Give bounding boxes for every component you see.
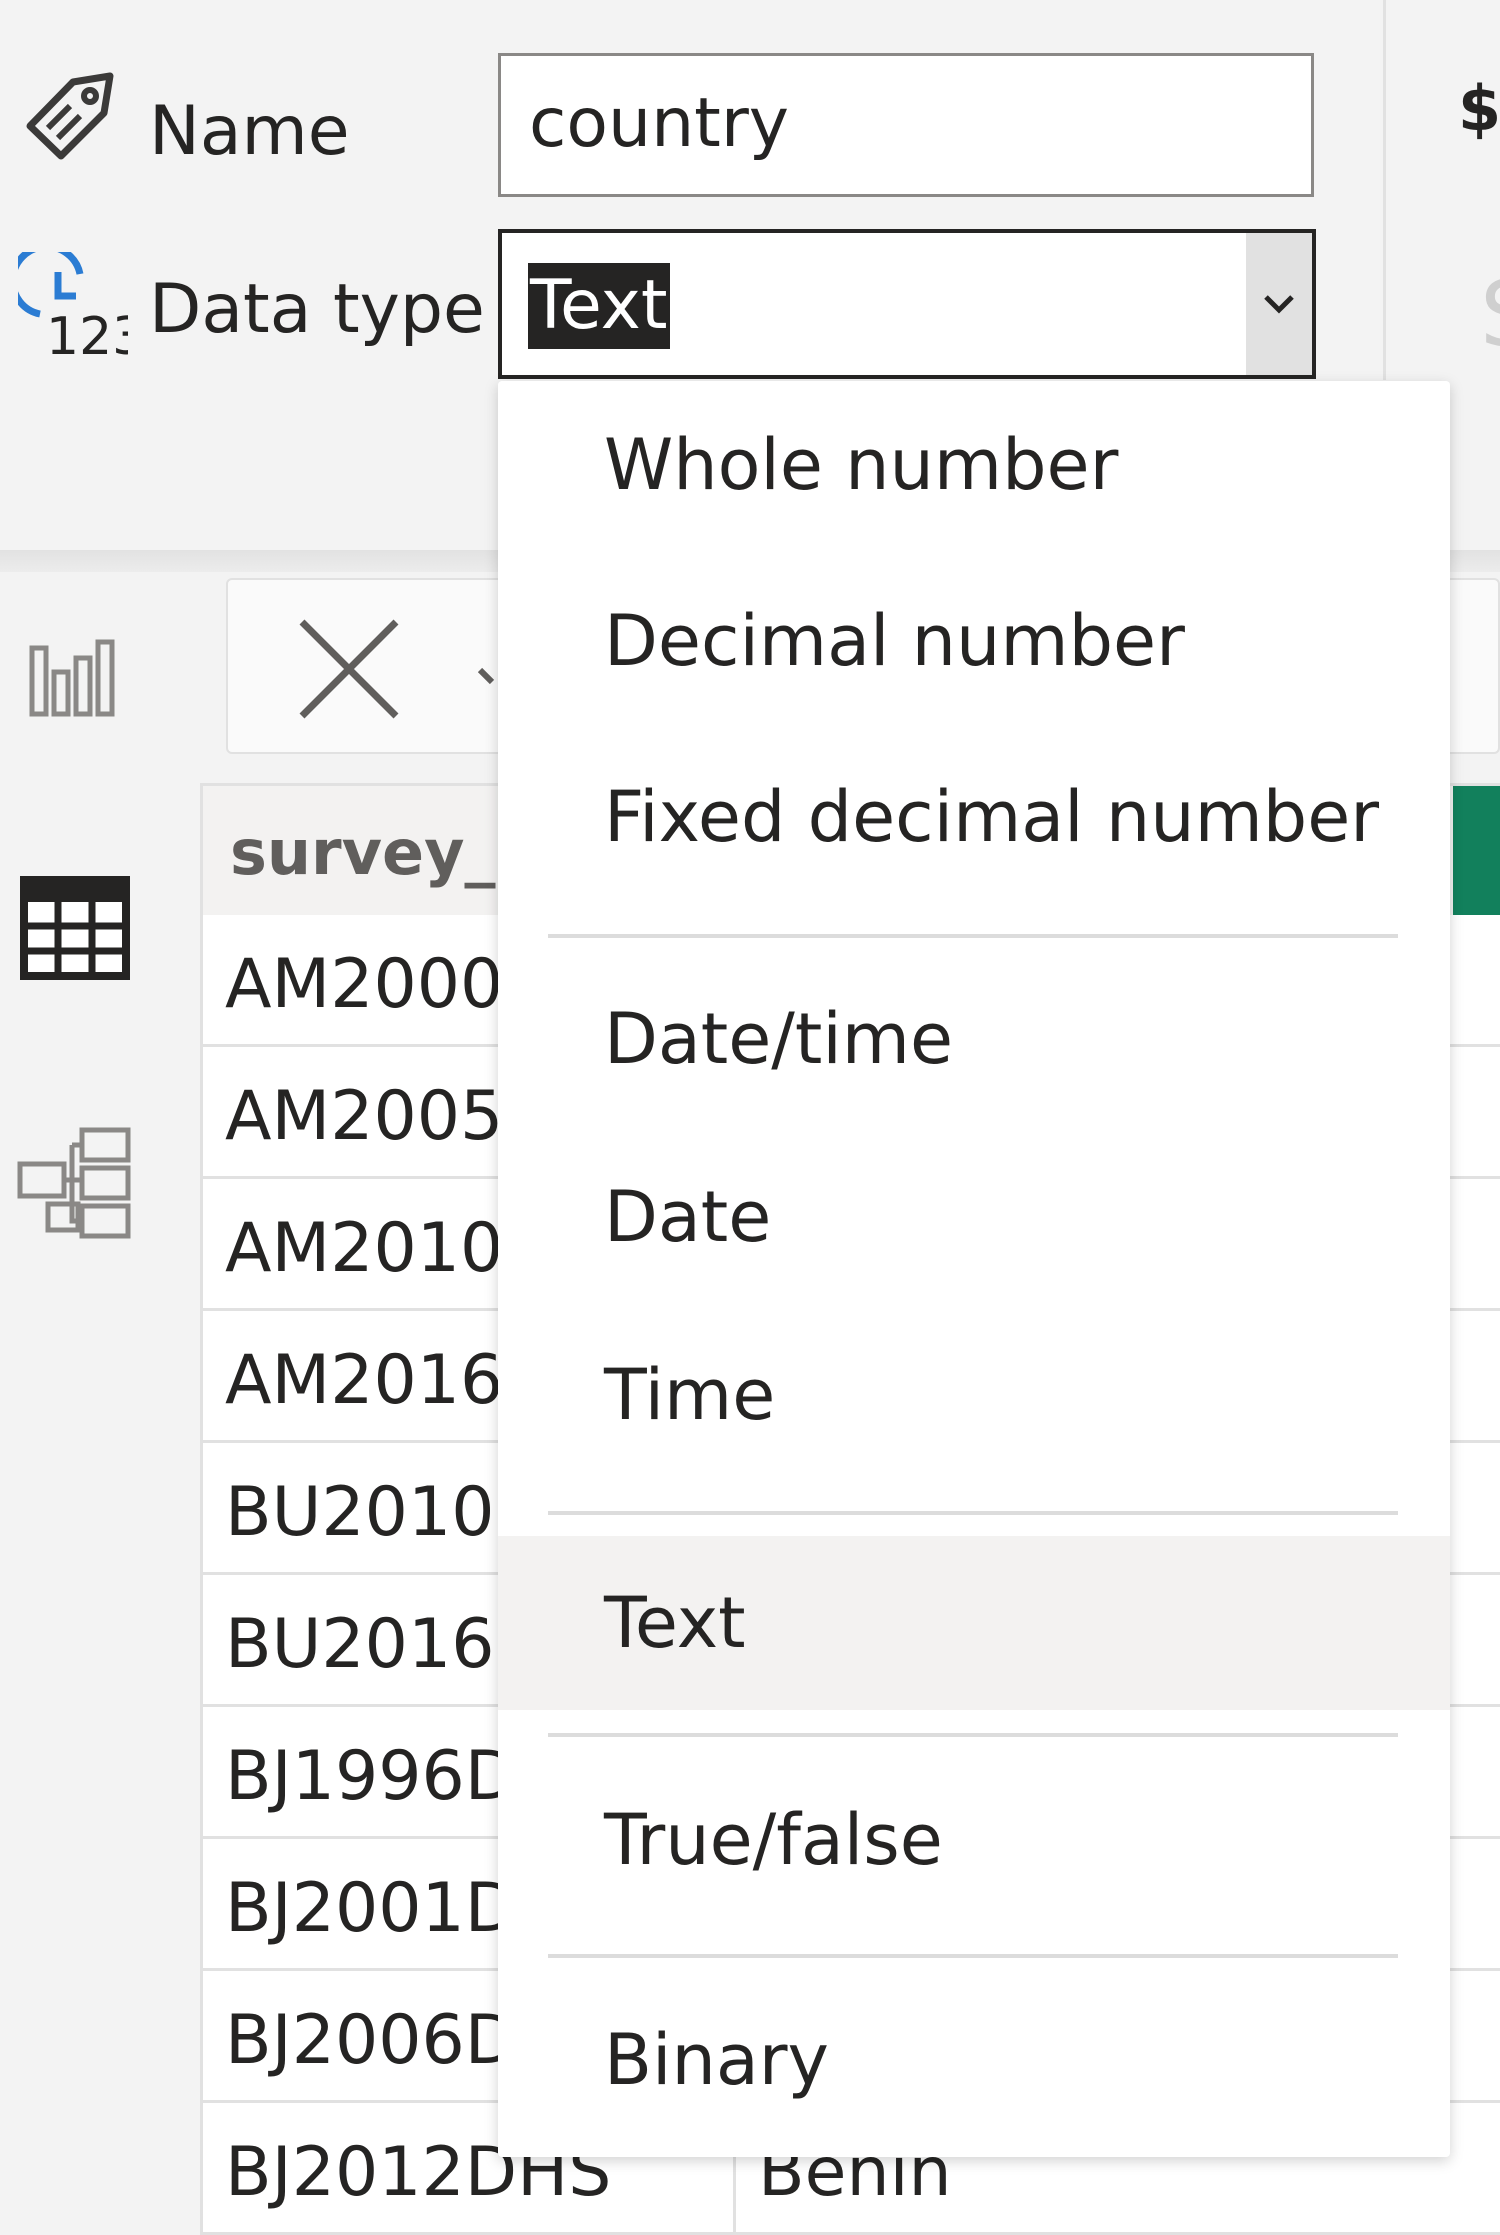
model-icon[interactable] [16,1124,136,1248]
dropdown-item-label: Time [604,1354,776,1436]
dropdown-item-label: Text [604,1582,746,1664]
dropdown-separator [548,1733,1398,1737]
dropdown-item-label: Date/time [604,998,954,1080]
name-field[interactable]: country [498,53,1314,197]
data-type-select[interactable]: Text [498,229,1316,379]
data-type-dropdown: Whole number Decimal number Fixed decima… [498,381,1450,2157]
dropdown-item-label: Date [604,1176,772,1258]
dropdown-item-label: True/false [604,1799,943,1881]
cell-survey-id: BJ2006D [225,2001,518,2080]
dropdown-item-text[interactable]: Text [498,1536,1450,1710]
dropdown-item-label: Fixed decimal number [604,776,1380,858]
dropdown-separator [548,1954,1398,1958]
dropdown-item-label: Whole number [604,424,1119,506]
dropdown-button[interactable] [1246,233,1312,375]
dropdown-item-time[interactable]: Time [498,1311,1450,1479]
dropdown-item-date[interactable]: Date [498,1133,1450,1301]
clock-123-icon: 123 [9,243,145,367]
column-header-survey[interactable]: survey_ [230,816,496,889]
column-header-selected[interactable] [1453,786,1500,918]
chevron-down-icon [1264,295,1294,314]
dropdown-item-label: Decimal number [604,600,1185,682]
cell-survey-id: AM2005 [225,1077,504,1156]
cell-survey-id: AM2000 [225,945,504,1024]
bar-chart-icon[interactable] [26,628,122,728]
dropdown-item-whole-number[interactable]: Whole number [498,381,1450,549]
cell-survey-id: AM2016 [225,1341,504,1420]
dropdown-item-label: Binary [604,2019,829,2101]
cell-survey-id: BU2010I [225,1473,515,1552]
close-icon[interactable] [296,616,402,726]
format-label-fragment: $ [1458,72,1500,145]
cell-survey-id: BJ2001D [225,1869,518,1948]
data-type-selected-value: Text [528,263,670,349]
dropdown-item-decimal-number[interactable]: Decimal number [498,557,1450,725]
name-label: Name [149,92,350,171]
cell-survey-id: BU2016I [225,1605,515,1684]
dropdown-item-binary[interactable]: Binary [498,1976,1450,2144]
cell-survey-id: BJ1996D [225,1737,518,1816]
dropdown-separator [548,934,1398,938]
tag-icon [18,68,118,172]
table-grid-icon[interactable] [20,876,130,984]
ribbon-divider [1383,0,1386,380]
dropdown-item-date-time[interactable]: Date/time [498,955,1450,1123]
data-type-label: Data type [149,270,485,349]
format-value-fragment: S [1480,262,1500,367]
svg-text:123: 123 [46,307,128,362]
dropdown-item-fixed-decimal-number[interactable]: Fixed decimal number [498,733,1450,901]
dropdown-item-true-false[interactable]: True/false [498,1756,1450,1924]
cell-survey-id: AM2010 [225,1209,504,1288]
dropdown-separator [548,1511,1398,1515]
